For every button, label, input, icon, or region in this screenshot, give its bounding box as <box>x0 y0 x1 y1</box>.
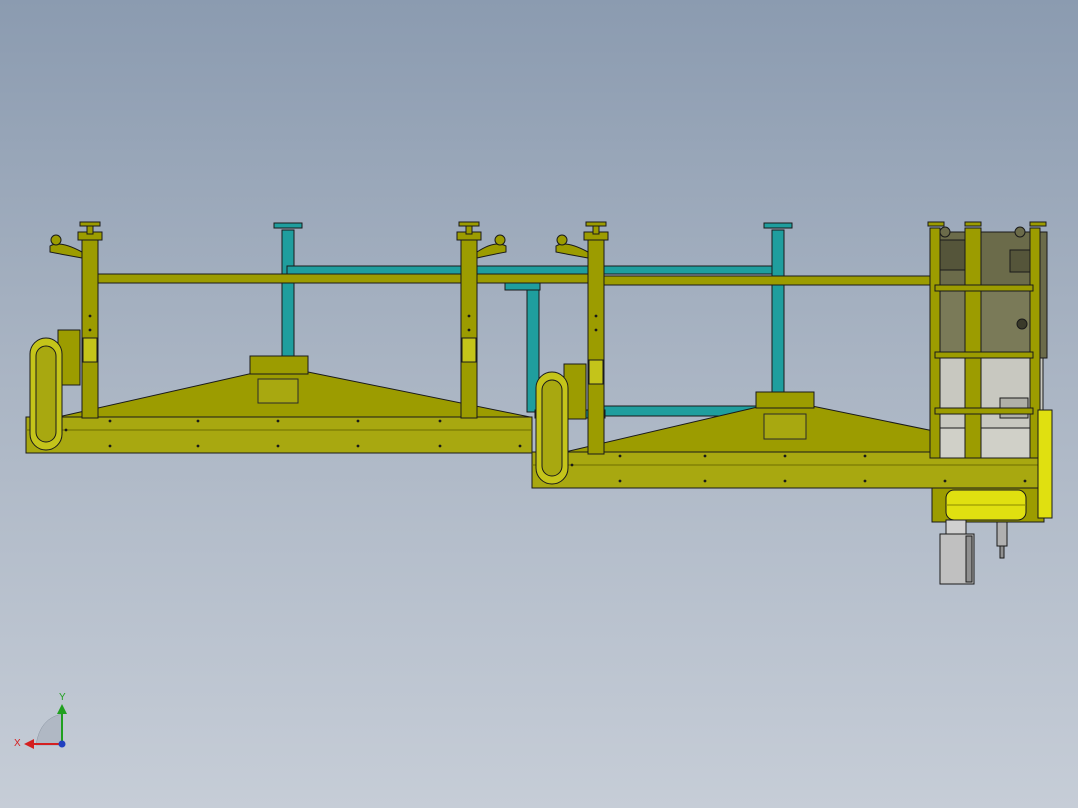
x-axis-label: X <box>14 738 21 749</box>
triad-plane-icon <box>35 713 63 746</box>
cart-frame-assembly-model[interactable]: Y X <box>0 0 1078 808</box>
cad-viewport[interactable]: Y X <box>0 0 1078 808</box>
drive-unit-assembly <box>927 221 1053 585</box>
coordinate-triad: Y X <box>14 692 67 749</box>
y-axis-label: Y <box>59 692 66 703</box>
z-axis-dot-icon <box>58 740 66 748</box>
left-cart-frame <box>25 221 598 454</box>
